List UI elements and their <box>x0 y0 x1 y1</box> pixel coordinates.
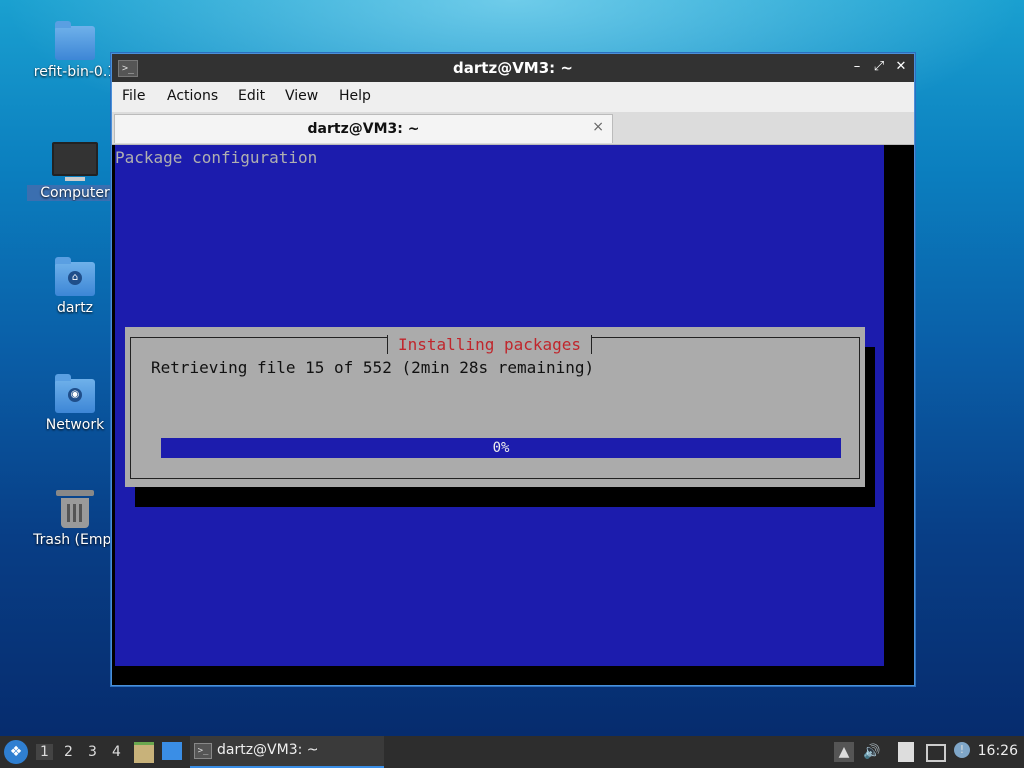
update-notifier-icon[interactable]: ▲ <box>834 742 854 762</box>
workspace-3[interactable]: 3 <box>88 744 97 760</box>
desktop-icon-label: dartz <box>56 300 94 316</box>
terminal-area[interactable]: Package configuration Installing package… <box>112 145 914 685</box>
home-folder-icon: ⌂ <box>55 257 95 296</box>
network-folder-icon: ◉ <box>55 374 95 413</box>
dialog-screen: Package configuration Installing package… <box>115 145 884 666</box>
desktop-icon-network[interactable]: ◉ Network <box>27 374 123 433</box>
progress-bar: 0% <box>161 438 841 458</box>
tab-close-icon[interactable]: × <box>592 119 604 135</box>
file-manager-launcher-icon[interactable] <box>134 742 154 763</box>
close-button[interactable]: ✕ <box>892 58 910 76</box>
desktop-icon-refit-bin[interactable]: refit-bin-0.1 <box>27 21 123 80</box>
show-desktop-icon[interactable] <box>162 742 182 760</box>
clipboard-icon[interactable] <box>898 742 914 762</box>
package-configuration-heading: Package configuration <box>115 148 318 167</box>
taskbar-task-terminal[interactable]: >_ dartz@VM3: ~ <box>190 736 384 768</box>
terminal-window: >_ dartz@VM3: ~ – ⤢ ✕ File Actions Edit … <box>111 53 915 686</box>
volume-icon[interactable]: 🔊 <box>862 742 882 762</box>
taskbar-task-label: dartz@VM3: ~ <box>217 742 319 758</box>
start-menu-icon[interactable]: ❖ <box>4 740 28 764</box>
maximize-button[interactable]: ⤢ <box>870 58 888 76</box>
menubar: File Actions Edit View Help <box>112 82 914 112</box>
desktop-icon-computer[interactable]: Computer <box>27 142 123 201</box>
network-icon[interactable] <box>926 744 946 762</box>
desktop-icon-label: Computer <box>27 185 123 201</box>
computer-icon <box>52 142 98 176</box>
menu-file[interactable]: File <box>122 88 145 104</box>
workspace-4[interactable]: 4 <box>112 744 121 760</box>
terminal-scrollbar[interactable] <box>887 145 914 685</box>
trash-icon <box>56 490 94 528</box>
menu-edit[interactable]: Edit <box>238 88 265 104</box>
installing-dialog: Installing packages Retrieving file 15 o… <box>125 327 865 487</box>
workspace-2[interactable]: 2 <box>64 744 73 760</box>
window-titlebar[interactable]: >_ dartz@VM3: ~ – ⤢ ✕ <box>112 54 914 82</box>
taskbar: ❖ 1 2 3 4 >_ dartz@VM3: ~ ▲ 🔊 ! 16:26 <box>0 736 1024 768</box>
info-icon[interactable]: ! <box>954 742 970 758</box>
folder-icon <box>55 21 95 60</box>
desktop-icon-label: refit-bin-0.1 <box>33 64 117 80</box>
menu-view[interactable]: View <box>285 88 318 104</box>
terminal-icon: >_ <box>194 743 212 759</box>
tab-label: dartz@VM3: ~ <box>307 121 420 137</box>
clock[interactable]: 16:26 <box>978 743 1018 759</box>
minimize-button[interactable]: – <box>848 58 866 76</box>
progress-message: Retrieving file 15 of 552 (2min 28s rema… <box>151 358 595 377</box>
desktop-icon-trash[interactable]: Trash (Empt <box>27 490 123 548</box>
tab-bar: dartz@VM3: ~ × <box>112 112 914 145</box>
desktop-icon-label: Network <box>45 417 105 433</box>
dialog-title: Installing packages <box>387 335 593 354</box>
workspace-1[interactable]: 1 <box>36 744 53 760</box>
desktop-icon-label: Trash (Empt <box>33 532 117 548</box>
menu-help[interactable]: Help <box>339 88 371 104</box>
window-title: dartz@VM3: ~ <box>453 59 573 77</box>
desktop-icon-dartz[interactable]: ⌂ dartz <box>27 257 123 316</box>
menu-actions[interactable]: Actions <box>167 88 218 104</box>
tab-terminal[interactable]: dartz@VM3: ~ × <box>114 114 613 143</box>
